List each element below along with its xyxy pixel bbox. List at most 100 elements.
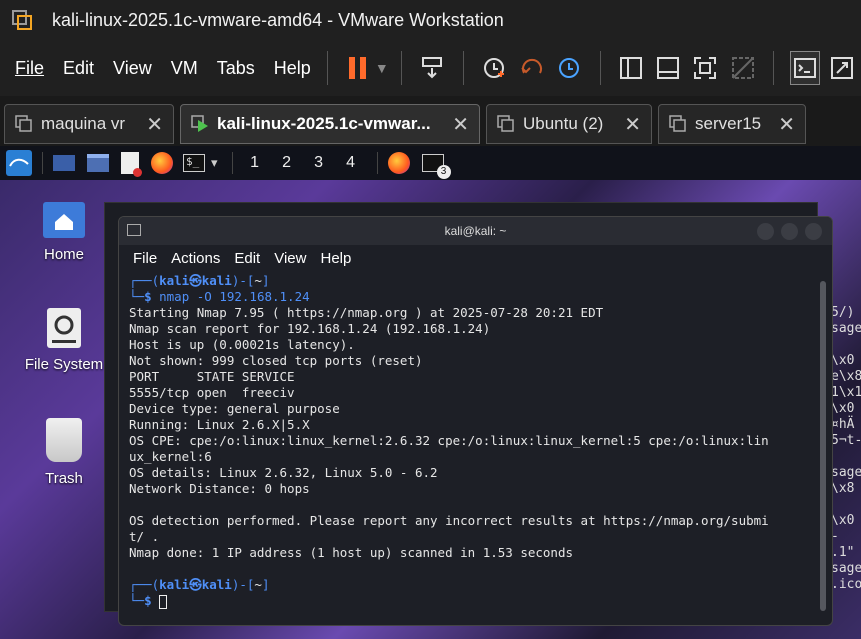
desktop-icon-label: Trash	[45, 470, 83, 487]
window-title: kali-linux-2025.1c-vmware-amd64 - VMware…	[52, 9, 504, 30]
terminal-output[interactable]: ┌──(kali㉿kali)-[~] └─$ nmap -O 192.168.1.…	[129, 273, 819, 609]
vm-icon	[497, 115, 515, 133]
menu-file[interactable]: File	[15, 58, 44, 79]
revert-snapshot-icon[interactable]	[517, 51, 546, 85]
terminal-menu-file[interactable]: File	[133, 250, 157, 267]
snapshot-icon[interactable]	[480, 51, 509, 85]
chevron-down-icon[interactable]: ▾	[211, 155, 218, 171]
output-line: OS detection performed. Please report an…	[129, 513, 769, 528]
tab-label: kali-linux-2025.1c-vmwar...	[217, 114, 431, 133]
fullscreen-icon[interactable]	[691, 51, 720, 85]
text-editor-icon[interactable]	[121, 152, 142, 177]
tab-server15[interactable]: server15 ✕	[658, 104, 806, 144]
menu-tabs[interactable]: Tabs	[217, 58, 255, 79]
console-view-icon[interactable]	[654, 51, 683, 85]
terminal-scrollbar[interactable]	[820, 281, 826, 611]
desktop-icon[interactable]	[53, 155, 75, 171]
sidebar-toggle-icon[interactable]	[616, 51, 645, 85]
menu-edit[interactable]: Edit	[63, 58, 94, 79]
background-text-line: sage	[831, 561, 861, 576]
background-text-line: \x8	[831, 481, 855, 496]
prompt-bracket: └─	[129, 593, 145, 608]
terminal-menu-edit[interactable]: Edit	[234, 250, 260, 267]
output-line: t/ .	[129, 529, 160, 544]
kali-menu-icon[interactable]	[6, 150, 32, 176]
tab-ubuntu[interactable]: Ubuntu (2) ✕	[486, 104, 652, 144]
close-icon[interactable]: ✕	[452, 112, 469, 137]
panel-divider	[42, 152, 43, 174]
firefox-icon[interactable]	[151, 152, 173, 174]
snapshot-manager-icon[interactable]	[554, 51, 583, 85]
terminal-icon	[127, 224, 141, 236]
vm-running-icon	[191, 115, 209, 133]
panel-divider	[231, 152, 233, 174]
tab-maquina-vr[interactable]: maquina vr ✕	[4, 104, 174, 144]
stretch-icon[interactable]	[828, 51, 857, 85]
terminal-menu-actions[interactable]: Actions	[171, 250, 220, 267]
pause-icon[interactable]	[344, 51, 373, 85]
tab-kali-linux[interactable]: kali-linux-2025.1c-vmwar... ✕	[180, 104, 480, 144]
workspace-2[interactable]: 2	[271, 154, 303, 172]
background-text-line: \x0	[831, 513, 855, 528]
background-text-line: sage	[831, 321, 861, 336]
prompt-dir: ~	[254, 577, 262, 592]
background-text-line: .1"	[831, 545, 855, 560]
background-text-line: 5/)	[831, 305, 855, 320]
prompt-bracket: )-[	[231, 273, 255, 288]
terminal-menu-view[interactable]: View	[274, 250, 306, 267]
output-line: Device type: general purpose	[129, 401, 340, 416]
output-line: Starting Nmap 7.95 ( https://nmap.org ) …	[129, 305, 604, 320]
firefox-task-icon[interactable]	[387, 152, 410, 174]
terminal-titlebar[interactable]: kali@kali: ~	[119, 217, 832, 245]
prompt-bracket: ┌──(	[129, 577, 160, 592]
output-line: Network Distance: 0 hops	[129, 481, 310, 496]
terminal-view-icon[interactable]	[790, 51, 820, 85]
workspace-4[interactable]: 4	[335, 154, 367, 172]
terminal-task-icon[interactable]: 3	[421, 154, 451, 179]
prompt-bracket: ]	[261, 577, 270, 592]
output-line: Host is up (0.00021s latency).	[129, 337, 355, 352]
prompt-symbol: $	[144, 289, 160, 304]
prompt-bracket: ]	[261, 273, 270, 288]
trash-icon	[46, 418, 82, 462]
output-line: OS CPE: cpe:/o:linux:linux_kernel:2.6.32…	[129, 433, 769, 448]
workspace-3[interactable]: 3	[303, 154, 335, 172]
close-icon[interactable]: ✕	[778, 112, 795, 137]
workspace-1[interactable]: 1	[239, 154, 271, 172]
command-line: └─$	[129, 593, 819, 609]
menu-view[interactable]: View	[113, 58, 152, 79]
send-keys-icon[interactable]	[418, 51, 447, 85]
minimize-button[interactable]	[757, 223, 774, 240]
background-text-line: 1\x1	[831, 385, 861, 400]
toolbar-divider	[462, 51, 464, 85]
terminal-icon[interactable]: $_	[183, 154, 205, 172]
prompt-bracket: ┌──(	[129, 273, 160, 288]
unity-disabled-icon[interactable]	[728, 51, 757, 85]
close-icon[interactable]: ✕	[146, 112, 163, 137]
prompt-line: ┌──(kali㉿kali)-[~]	[129, 273, 819, 289]
maximize-button[interactable]	[781, 223, 798, 240]
folder-icon[interactable]	[87, 154, 109, 172]
terminal-menu-help[interactable]: Help	[320, 250, 351, 267]
desktop-file-system[interactable]: File System	[19, 308, 109, 373]
toolbar-divider	[400, 51, 402, 85]
background-text-line: ¤hÄ	[831, 417, 855, 432]
menu-vm[interactable]: VM	[171, 58, 198, 79]
desktop-home[interactable]: Home	[19, 202, 109, 263]
close-icon[interactable]: ✕	[624, 112, 641, 137]
tab-label: Ubuntu (2)	[523, 114, 604, 133]
terminal-window[interactable]: kali@kali: ~ File Actions Edit View Help…	[118, 216, 833, 626]
background-text-line: \x0	[831, 401, 855, 416]
close-button[interactable]	[805, 223, 822, 240]
menu-help[interactable]: Help	[274, 58, 311, 79]
terminal-cursor	[159, 594, 168, 609]
desktop-trash[interactable]: Trash	[19, 418, 109, 487]
command-line: └─$ nmap -O 192.168.1.24	[129, 289, 819, 305]
prompt-user-host: kali㉿kali	[159, 577, 232, 592]
vm-icon	[669, 115, 687, 133]
vmware-logo-icon	[11, 9, 33, 31]
chevron-down-icon[interactable]: ▼	[375, 60, 389, 76]
drive-icon	[47, 308, 81, 348]
prompt-bracket: )-[	[231, 577, 255, 592]
